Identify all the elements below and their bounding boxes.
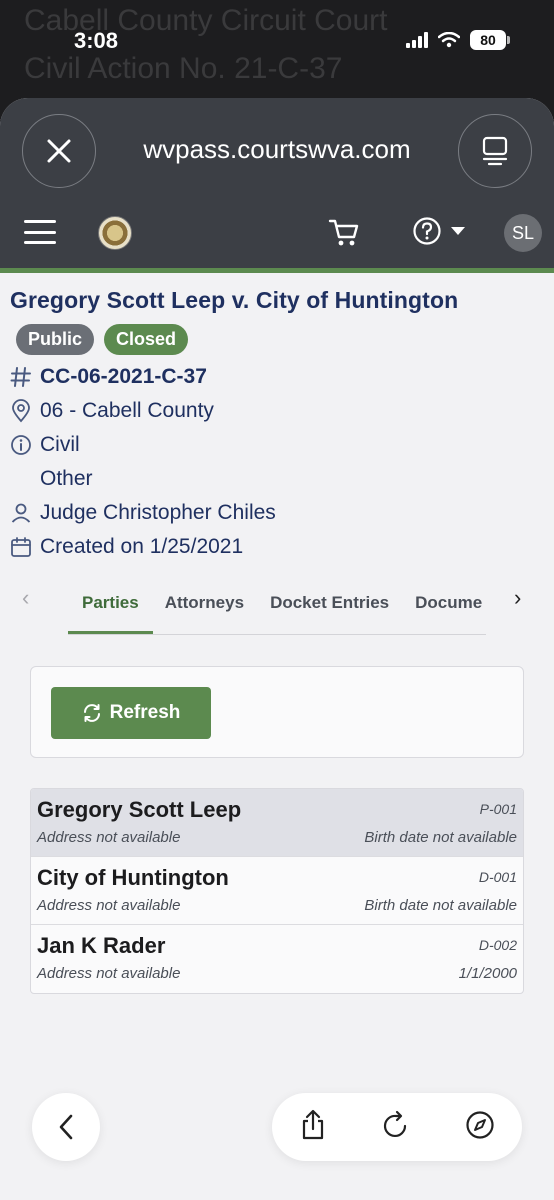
party-code: D-001 bbox=[478, 869, 517, 885]
refresh-card: Refresh bbox=[30, 666, 524, 758]
case-subtype: Other bbox=[40, 467, 93, 490]
case-tabs: ‹ Parties Attorneys Docket Entries Docume › bbox=[0, 563, 554, 643]
cart-icon bbox=[328, 219, 359, 246]
party-code: D-002 bbox=[478, 937, 517, 953]
info-icon bbox=[10, 432, 36, 458]
refresh-label: Refresh bbox=[109, 702, 181, 723]
reload-button[interactable] bbox=[382, 1110, 410, 1145]
party-name: Jan K Rader bbox=[37, 933, 166, 958]
help-icon bbox=[413, 217, 441, 245]
public-badge: Public bbox=[16, 324, 95, 355]
wifi-icon bbox=[438, 32, 460, 48]
case-type: Civil bbox=[40, 433, 80, 456]
help-menu[interactable] bbox=[412, 216, 466, 246]
party-code: P-001 bbox=[479, 801, 517, 817]
refresh-button[interactable]: Refresh bbox=[51, 687, 211, 739]
location-pin-icon bbox=[10, 398, 36, 424]
party-birth-date: 1/1/2000 bbox=[458, 965, 517, 982]
party-name: City of Huntington bbox=[37, 865, 229, 890]
case-location: 06 - Cabell County bbox=[40, 399, 214, 422]
menu-icon[interactable] bbox=[24, 220, 56, 244]
case-number-row: CC-06-2021-C-37 bbox=[10, 363, 544, 391]
browser-header: wvpass.courtswva.com SL bbox=[0, 98, 554, 268]
created-row: Created on 1/25/2021 bbox=[10, 533, 544, 561]
refresh-icon bbox=[83, 704, 100, 722]
party-name: Gregory Scott Leep bbox=[37, 797, 242, 822]
party-birth-date: Birth date not available bbox=[364, 829, 517, 846]
party-birth-date: Birth date not available bbox=[364, 897, 517, 914]
parties-list: Gregory Scott Leep P-001 Address not ava… bbox=[30, 788, 524, 994]
tabs-scroll-right-icon[interactable]: › bbox=[514, 585, 521, 611]
status-time: 3:08 bbox=[74, 28, 119, 53]
status-badge: Closed bbox=[104, 324, 189, 355]
back-button[interactable] bbox=[32, 1093, 100, 1161]
share-icon bbox=[303, 1109, 324, 1139]
court-seal-logo[interactable] bbox=[98, 216, 132, 250]
judge-row: Judge Christopher Chiles bbox=[10, 499, 544, 527]
app-bar: SL bbox=[0, 198, 554, 268]
tab-documents[interactable]: Docume bbox=[415, 585, 482, 631]
case-title: Gregory Scott Leep v. City of Huntington bbox=[10, 287, 459, 313]
bottom-toolbar bbox=[272, 1093, 522, 1161]
chevron-left-icon bbox=[59, 1114, 73, 1140]
share-button[interactable] bbox=[299, 1109, 327, 1146]
document-icon bbox=[482, 136, 508, 166]
tab-attorneys[interactable]: Attorneys bbox=[165, 585, 244, 631]
reader-button[interactable] bbox=[458, 114, 532, 188]
party-address: Address not available bbox=[37, 829, 181, 846]
location-row: 06 - Cabell County bbox=[10, 397, 544, 425]
cart-button[interactable] bbox=[328, 216, 360, 253]
case-judge: Judge Christopher Chiles bbox=[40, 501, 276, 524]
avatar[interactable]: SL bbox=[504, 214, 542, 252]
chevron-down-icon bbox=[451, 227, 465, 235]
case-number: CC-06-2021-C-37 bbox=[40, 365, 207, 388]
list-item[interactable]: Gregory Scott Leep P-001 Address not ava… bbox=[31, 789, 523, 857]
tab-parties[interactable]: Parties bbox=[68, 585, 153, 634]
battery-icon: 80 bbox=[470, 30, 510, 50]
compass-icon bbox=[466, 1110, 494, 1139]
subtype-row: Other bbox=[10, 465, 544, 493]
list-item[interactable]: Jan K Rader D-002 Address not available … bbox=[31, 925, 523, 993]
reload-icon bbox=[383, 1110, 407, 1137]
list-item[interactable]: City of Huntington D-001 Address not ava… bbox=[31, 857, 523, 925]
battery-level: 80 bbox=[480, 32, 496, 48]
calendar-icon bbox=[10, 534, 36, 560]
compass-button[interactable] bbox=[465, 1110, 495, 1145]
case-created-date: Created on 1/25/2021 bbox=[40, 535, 244, 558]
party-address: Address not available bbox=[37, 897, 181, 914]
case-header: Gregory Scott Leep v. City of Huntington… bbox=[0, 273, 554, 561]
browser-sheet: wvpass.courtswva.com SL Gregory Scott Le… bbox=[0, 98, 554, 1200]
type-row: Civil bbox=[10, 431, 544, 459]
status-indicators: 80 bbox=[406, 30, 510, 50]
case-badges: Public Closed bbox=[10, 324, 544, 355]
tabs-scroll-left-icon[interactable]: ‹ bbox=[22, 585, 29, 611]
hash-icon bbox=[10, 364, 36, 390]
person-icon bbox=[10, 500, 36, 526]
background-heading-2: Civil Action No. 21-C-37 bbox=[24, 52, 343, 85]
tab-docket-entries[interactable]: Docket Entries bbox=[270, 585, 389, 631]
tab-strip: Parties Attorneys Docket Entries Docume bbox=[68, 585, 486, 635]
party-address: Address not available bbox=[37, 965, 181, 982]
cellular-signal-icon bbox=[406, 32, 428, 48]
